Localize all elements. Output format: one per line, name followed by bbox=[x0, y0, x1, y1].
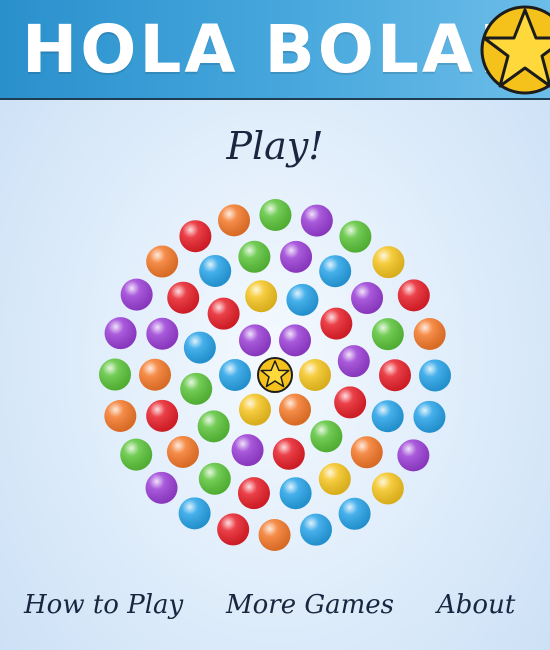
ball-green[interactable] bbox=[197, 410, 230, 443]
ball-purple[interactable] bbox=[145, 471, 178, 504]
ball-blue[interactable] bbox=[199, 254, 232, 287]
ball-board bbox=[99, 199, 451, 551]
ball-blue[interactable] bbox=[279, 477, 312, 510]
ball-purple[interactable] bbox=[280, 240, 313, 273]
ball-green[interactable] bbox=[310, 420, 343, 453]
ball-blue[interactable] bbox=[178, 497, 211, 530]
ball-red[interactable] bbox=[217, 513, 250, 546]
ball-purple[interactable] bbox=[300, 204, 333, 237]
ball-orange[interactable] bbox=[258, 518, 291, 551]
ball-red[interactable] bbox=[397, 279, 430, 312]
ball-green[interactable] bbox=[238, 240, 271, 273]
ball-red[interactable] bbox=[320, 307, 353, 340]
ball-green[interactable] bbox=[198, 462, 231, 495]
how-to-play-link[interactable]: How to Play bbox=[24, 590, 183, 620]
about-link[interactable]: About bbox=[437, 590, 515, 620]
ball-red[interactable] bbox=[378, 359, 411, 392]
ball-yellow[interactable] bbox=[245, 280, 278, 313]
ball-purple[interactable] bbox=[239, 324, 271, 357]
ball-orange[interactable] bbox=[350, 436, 383, 469]
ball-red[interactable] bbox=[179, 220, 212, 253]
ball-yellow[interactable] bbox=[372, 246, 405, 279]
ball-purple[interactable] bbox=[337, 345, 370, 378]
ball-blue[interactable] bbox=[299, 513, 332, 546]
ball-blue[interactable] bbox=[219, 359, 251, 391]
ball-purple[interactable] bbox=[397, 439, 430, 472]
ball-yellow[interactable] bbox=[299, 359, 331, 391]
more-games-link[interactable]: More Games bbox=[226, 590, 394, 620]
ball-orange[interactable] bbox=[218, 204, 251, 237]
ball-green[interactable] bbox=[120, 438, 153, 471]
ball-orange[interactable] bbox=[279, 393, 311, 426]
ball-blue[interactable] bbox=[371, 400, 404, 433]
ball-red[interactable] bbox=[207, 297, 240, 330]
ball-green[interactable] bbox=[180, 372, 213, 405]
ball-blue[interactable] bbox=[418, 359, 451, 392]
ball-red[interactable] bbox=[146, 399, 179, 432]
ball-purple[interactable] bbox=[120, 278, 153, 311]
ball-blue[interactable] bbox=[413, 400, 446, 433]
ball-blue[interactable] bbox=[338, 497, 371, 530]
ball-red[interactable] bbox=[167, 281, 200, 314]
ball-purple[interactable] bbox=[351, 282, 384, 315]
ball-red[interactable] bbox=[334, 386, 367, 419]
ball-purple[interactable] bbox=[231, 434, 264, 467]
ball-purple[interactable] bbox=[146, 317, 179, 350]
ball-yellow[interactable] bbox=[239, 393, 271, 426]
ball-blue[interactable] bbox=[183, 331, 216, 364]
ball-green[interactable] bbox=[339, 220, 372, 253]
ball-purple[interactable] bbox=[104, 317, 137, 350]
star-icon[interactable] bbox=[257, 357, 293, 393]
ball-yellow[interactable] bbox=[371, 472, 404, 505]
ball-red[interactable] bbox=[272, 437, 305, 470]
ball-green[interactable] bbox=[371, 318, 404, 351]
ball-blue[interactable] bbox=[286, 283, 319, 316]
ball-yellow[interactable] bbox=[318, 463, 351, 496]
ball-orange[interactable] bbox=[139, 358, 172, 391]
ball-red[interactable] bbox=[237, 477, 270, 510]
ball-orange[interactable] bbox=[166, 435, 199, 468]
ball-purple[interactable] bbox=[279, 324, 311, 357]
ball-green[interactable] bbox=[259, 199, 292, 232]
ball-orange[interactable] bbox=[104, 399, 137, 432]
ball-blue[interactable] bbox=[319, 255, 352, 288]
ball-orange[interactable] bbox=[413, 318, 446, 351]
ball-orange[interactable] bbox=[146, 245, 179, 278]
ball-green[interactable] bbox=[99, 358, 132, 391]
